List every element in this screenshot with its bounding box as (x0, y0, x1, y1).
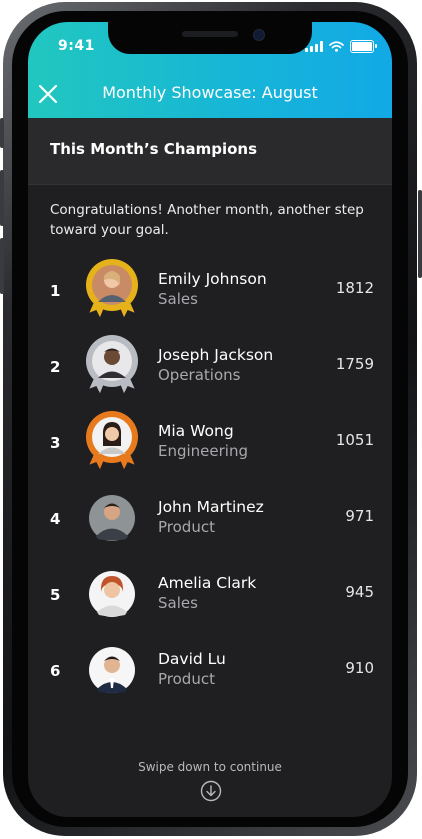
status-time: 9:41 (58, 38, 95, 54)
leaderboard-row[interactable]: 4 John Martinez Product 971 (28, 484, 392, 554)
bronze-badge-avatar (82, 410, 142, 474)
member-department: Sales (158, 594, 198, 612)
section-header: This Month’s Champions (28, 118, 392, 185)
member-name: Emily Johnson (158, 270, 267, 288)
arrow-down-circle-icon[interactable] (200, 780, 222, 802)
member-name: Joseph Jackson (158, 346, 274, 364)
member-department: Operations (158, 366, 241, 384)
member-department: Product (158, 670, 215, 688)
member-department: Engineering (158, 442, 248, 460)
member-department: Product (158, 518, 215, 536)
device-notch (108, 22, 312, 54)
member-avatar (82, 638, 142, 702)
intro-message: Congratulations! Another month, another … (50, 202, 364, 238)
swipe-hint: Swipe down to continue (138, 760, 282, 774)
wifi-icon (329, 41, 344, 52)
rank-number: 5 (50, 586, 61, 604)
leaderboard-row[interactable]: 6 David Lu Product 910 (28, 636, 392, 706)
mute-switch (0, 118, 4, 148)
leaderboard-row[interactable]: 5 Amelia Clark Sales 945 (28, 560, 392, 630)
volume-up-button (0, 170, 4, 226)
member-name: Mia Wong (158, 422, 234, 440)
rank-number: 4 (50, 510, 61, 528)
member-score: 971 (345, 507, 374, 525)
rank-number: 3 (50, 434, 61, 452)
volume-down-button (0, 238, 4, 294)
member-avatar (82, 486, 142, 550)
app-screen: 9:41 Monthly Showcase: August This Month… (28, 22, 392, 817)
member-name: Amelia Clark (158, 574, 257, 592)
rank-number: 6 (50, 662, 61, 680)
section-title: This Month’s Champions (50, 140, 258, 158)
leaderboard-row[interactable]: 2 Joseph Jackson Operations 1759 (28, 332, 392, 402)
member-score: 1812 (335, 279, 374, 297)
status-icons (305, 40, 377, 53)
member-score: 945 (345, 583, 374, 601)
member-score: 1759 (335, 355, 374, 373)
gold-badge-avatar (82, 258, 142, 322)
battery-icon (350, 40, 377, 53)
front-camera (253, 29, 265, 41)
leaderboard-row[interactable]: 3 Mia Wong Engineering 1051 (28, 408, 392, 478)
member-score: 910 (345, 659, 374, 677)
member-avatar (82, 562, 142, 626)
member-score: 1051 (335, 431, 374, 449)
member-name: John Martinez (158, 498, 264, 516)
rank-number: 2 (50, 358, 61, 376)
member-department: Sales (158, 290, 198, 308)
silver-badge-avatar (82, 334, 142, 398)
leaderboard-row[interactable]: 1 Emily Johnson Sales 1812 (28, 256, 392, 326)
power-button (418, 190, 422, 278)
rank-number: 1 (50, 282, 61, 300)
earpiece-speaker (182, 31, 238, 37)
member-name: David Lu (158, 650, 226, 668)
page-title: Monthly Showcase: August (102, 83, 318, 102)
